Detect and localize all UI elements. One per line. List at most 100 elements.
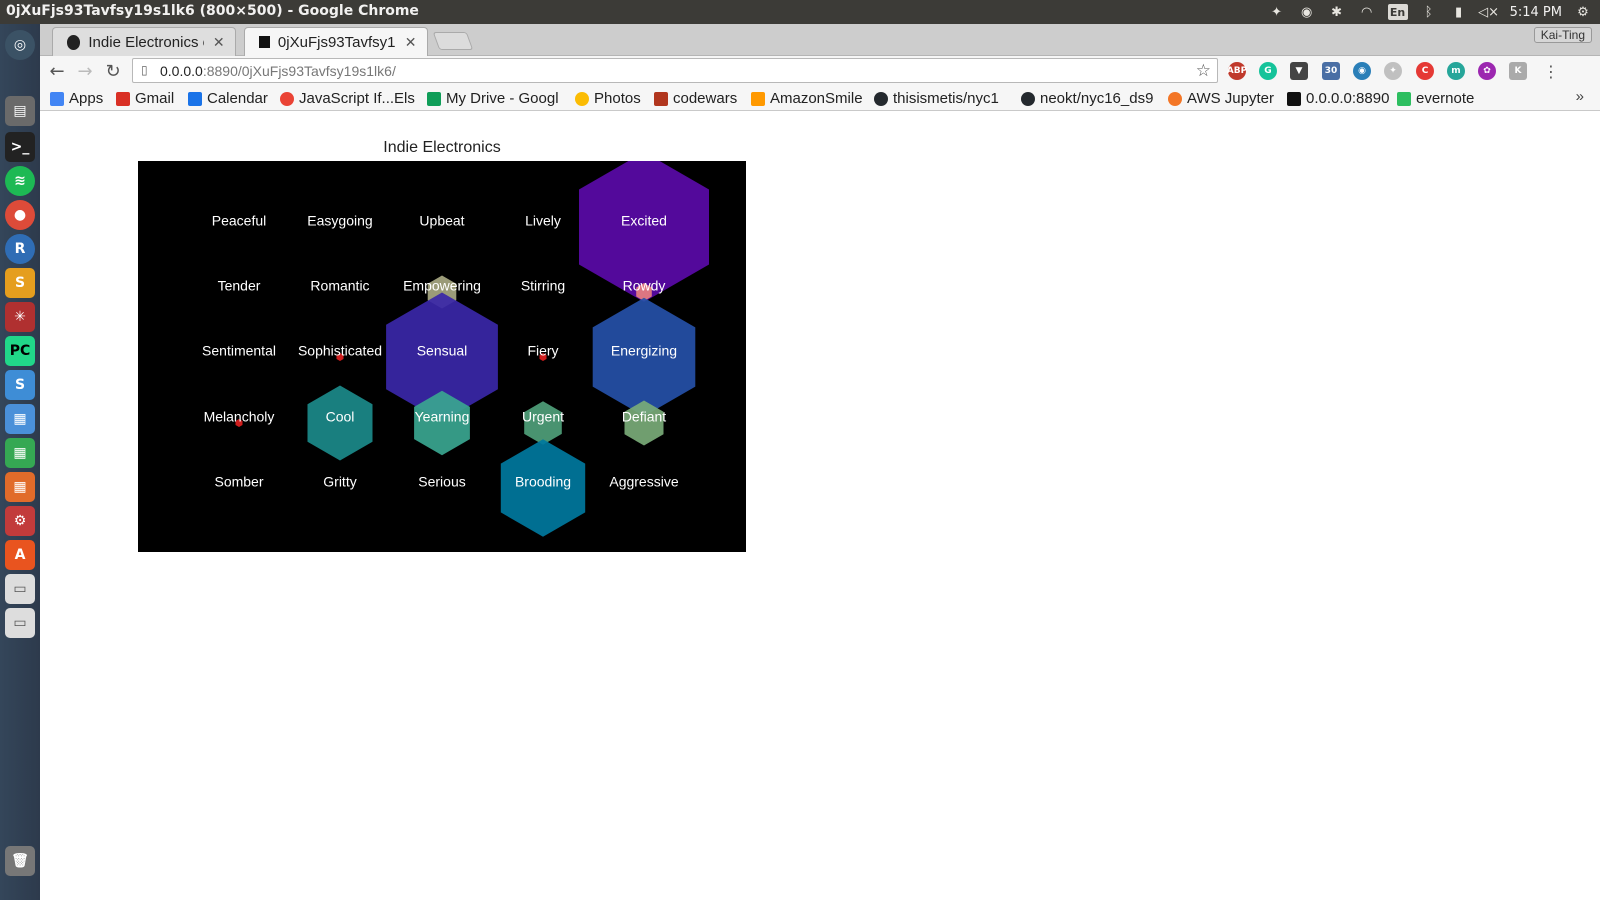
mood-label-romantic: Romantic: [310, 278, 369, 294]
software-center-icon[interactable]: A: [5, 540, 35, 570]
m-ext-icon[interactable]: m: [1447, 62, 1465, 80]
color-ext-icon[interactable]: ✿: [1478, 62, 1496, 80]
system-settings-icon[interactable]: ⚙: [5, 506, 35, 536]
mood-label-yearning: Yearning: [415, 409, 470, 425]
address-bar[interactable]: ▯ 0.0.0.0:8890/0jXuFjs93Tavfsy19s1lk6/ ☆: [132, 58, 1218, 83]
calendar-ext-icon[interactable]: 30: [1322, 62, 1340, 80]
chart-title: Indie Electronics: [383, 139, 501, 156]
adblock-icon[interactable]: ABP: [1227, 62, 1247, 80]
spotify-icon: [67, 34, 81, 50]
dropbox-icon[interactable]: ✦: [1268, 4, 1286, 20]
close-icon[interactable]: ✕: [212, 34, 225, 51]
bookmark-calendar[interactable]: Calendar: [188, 89, 268, 108]
writer-icon[interactable]: ▦: [5, 404, 35, 434]
impress-icon[interactable]: ▦: [5, 472, 35, 502]
tab-strip: Indie Electronics on ✕ 0jXuFjs93Tavfsy19…: [40, 24, 1600, 56]
bookmark-thisismetis[interactable]: thisismetis/nyc1: [874, 89, 999, 108]
red-ext-icon[interactable]: C: [1416, 62, 1434, 80]
file-manager-icon[interactable]: ▤: [5, 96, 35, 126]
mood-label-peaceful: Peaceful: [212, 213, 266, 229]
bluetooth-icon[interactable]: ᛒ: [1420, 4, 1438, 20]
tab-current-page[interactable]: 0jXuFjs93Tavfsy19s ✕: [244, 27, 428, 56]
bookmark-evernote[interactable]: evernote: [1397, 89, 1474, 108]
mood-label-upbeat: Upbeat: [419, 213, 464, 229]
menu-kebab-icon[interactable]: ⋮: [1540, 60, 1562, 82]
chrome-icon[interactable]: ◉: [1298, 4, 1316, 20]
calc-icon[interactable]: ▦: [5, 438, 35, 468]
drive-2-icon[interactable]: ▭: [5, 608, 35, 638]
gnome-system-icon[interactable]: ✳: [5, 302, 35, 332]
page-info-icon[interactable]: ▯: [141, 63, 148, 77]
calendar-icon: [188, 91, 202, 106]
volume-muted-icon[interactable]: ◁×: [1478, 4, 1499, 20]
amazon-icon: [751, 91, 765, 106]
trash-icon[interactable]: 🗑: [5, 846, 35, 876]
bookmarks-bar: Apps Gmail Calendar JavaScript If...Els …: [40, 86, 1600, 111]
keyboard-layout-indicator[interactable]: En: [1387, 4, 1408, 20]
r-icon[interactable]: R: [5, 234, 35, 264]
pocket-icon[interactable]: ▼: [1290, 62, 1308, 80]
mood-label-rowdy: Rowdy: [623, 278, 666, 294]
system-tray: ✦ ◉ ✱ ◠ En ᛒ ▮ ◁× 5:14 PM ⚙: [1268, 0, 1592, 24]
profile-button[interactable]: Kai-Ting: [1533, 27, 1592, 43]
dropbox-ext-icon[interactable]: ✦: [1384, 62, 1402, 80]
bookmark-apps[interactable]: Apps: [50, 89, 103, 108]
eye-ext-icon[interactable]: ◉: [1353, 62, 1371, 80]
chrome-launcher-icon[interactable]: ●: [5, 200, 35, 230]
window-title: 0jXuFjs93Tavfsy19s1lk6 (800×500) - Googl…: [6, 3, 419, 19]
mood-label-easygoing: Easygoing: [307, 213, 372, 229]
bookmark-neokt[interactable]: neokt/nyc16_ds9: [1021, 89, 1153, 108]
mood-label-tender: Tender: [218, 278, 261, 294]
pycharm-icon[interactable]: PC: [5, 336, 35, 366]
reload-icon[interactable]: ↻: [102, 60, 124, 82]
mood-label-sophisticated: Sophisticated: [298, 343, 382, 359]
mood-label-defiant: Defiant: [622, 409, 666, 425]
page-icon: [259, 36, 270, 48]
mood-label-stirring: Stirring: [521, 278, 565, 294]
sublime-icon[interactable]: S: [5, 268, 35, 298]
chevron-more-icon[interactable]: »: [1576, 88, 1584, 105]
bookmark-photos[interactable]: Photos: [575, 89, 641, 108]
bookmark-amazonsmile[interactable]: AmazonSmile: [751, 89, 863, 108]
bookmark-my-drive[interactable]: My Drive - Googl: [427, 89, 559, 108]
bookmark-localhost[interactable]: 0.0.0.0:8890: [1287, 89, 1389, 108]
key-ext-icon[interactable]: K: [1509, 62, 1527, 80]
spotify-icon[interactable]: ≋: [5, 166, 35, 196]
settings-icon[interactable]: ✱: [1328, 4, 1346, 20]
tab-indie-electronics[interactable]: Indie Electronics on ✕: [52, 27, 236, 56]
clock[interactable]: 5:14 PM: [1510, 5, 1562, 20]
close-icon[interactable]: ✕: [404, 34, 417, 51]
evernote-icon: [1397, 91, 1411, 106]
slack-icon[interactable]: S: [5, 370, 35, 400]
mood-label-sentimental: Sentimental: [202, 343, 276, 359]
mood-hexbin-chart: Peaceful Easygoing Upbeat Lively Excited Tend…: [138, 161, 746, 552]
terminal-icon[interactable]: >_: [5, 132, 35, 162]
github-icon: [874, 91, 888, 106]
codewars-icon: [654, 91, 668, 106]
drive-1-icon[interactable]: ▭: [5, 574, 35, 604]
bookmark-codewars[interactable]: codewars: [654, 89, 737, 108]
bookmark-star-icon[interactable]: ☆: [1196, 61, 1211, 81]
mood-label-fiery: Fiery: [527, 343, 558, 359]
grammarly-icon[interactable]: G: [1259, 62, 1277, 80]
new-tab-button[interactable]: [432, 32, 474, 50]
bookmark-gmail[interactable]: Gmail: [116, 89, 174, 108]
url-text[interactable]: 0.0.0.0:8890/0jXuFjs93Tavfsy19s1lk6/: [160, 63, 396, 79]
mood-label-lively: Lively: [525, 213, 561, 229]
mood-label-brooding: Brooding: [515, 474, 571, 490]
wifi-icon[interactable]: ◠: [1358, 4, 1376, 20]
bookmark-aws-jupyter[interactable]: AWS Jupyter: [1168, 89, 1274, 108]
launcher-sidebar: ◎ ▤ >_ ≋ ● R S ✳ PC S ▦ ▦ ▦ ⚙ A ▭ ▭ 🗑: [0, 24, 40, 900]
ubuntu-dash-icon[interactable]: ◎: [5, 30, 35, 60]
chart-svg: Peaceful Easygoing Upbeat Lively Excited Tend…: [202, 161, 709, 537]
power-gear-icon[interactable]: ⚙: [1574, 4, 1592, 20]
battery-icon[interactable]: ▮: [1450, 4, 1468, 20]
mood-label-aggressive: Aggressive: [609, 474, 678, 490]
forward-icon[interactable]: →: [74, 60, 96, 82]
system-top-panel: 0jXuFjs93Tavfsy19s1lk6 (800×500) - Googl…: [0, 0, 1600, 24]
mood-label-empowering: Empowering: [403, 278, 481, 294]
back-icon[interactable]: ←: [46, 60, 68, 82]
bookmark-javascript[interactable]: JavaScript If...Els: [280, 89, 415, 108]
github-icon: [1021, 91, 1035, 106]
apps-grid-icon: [50, 91, 64, 106]
